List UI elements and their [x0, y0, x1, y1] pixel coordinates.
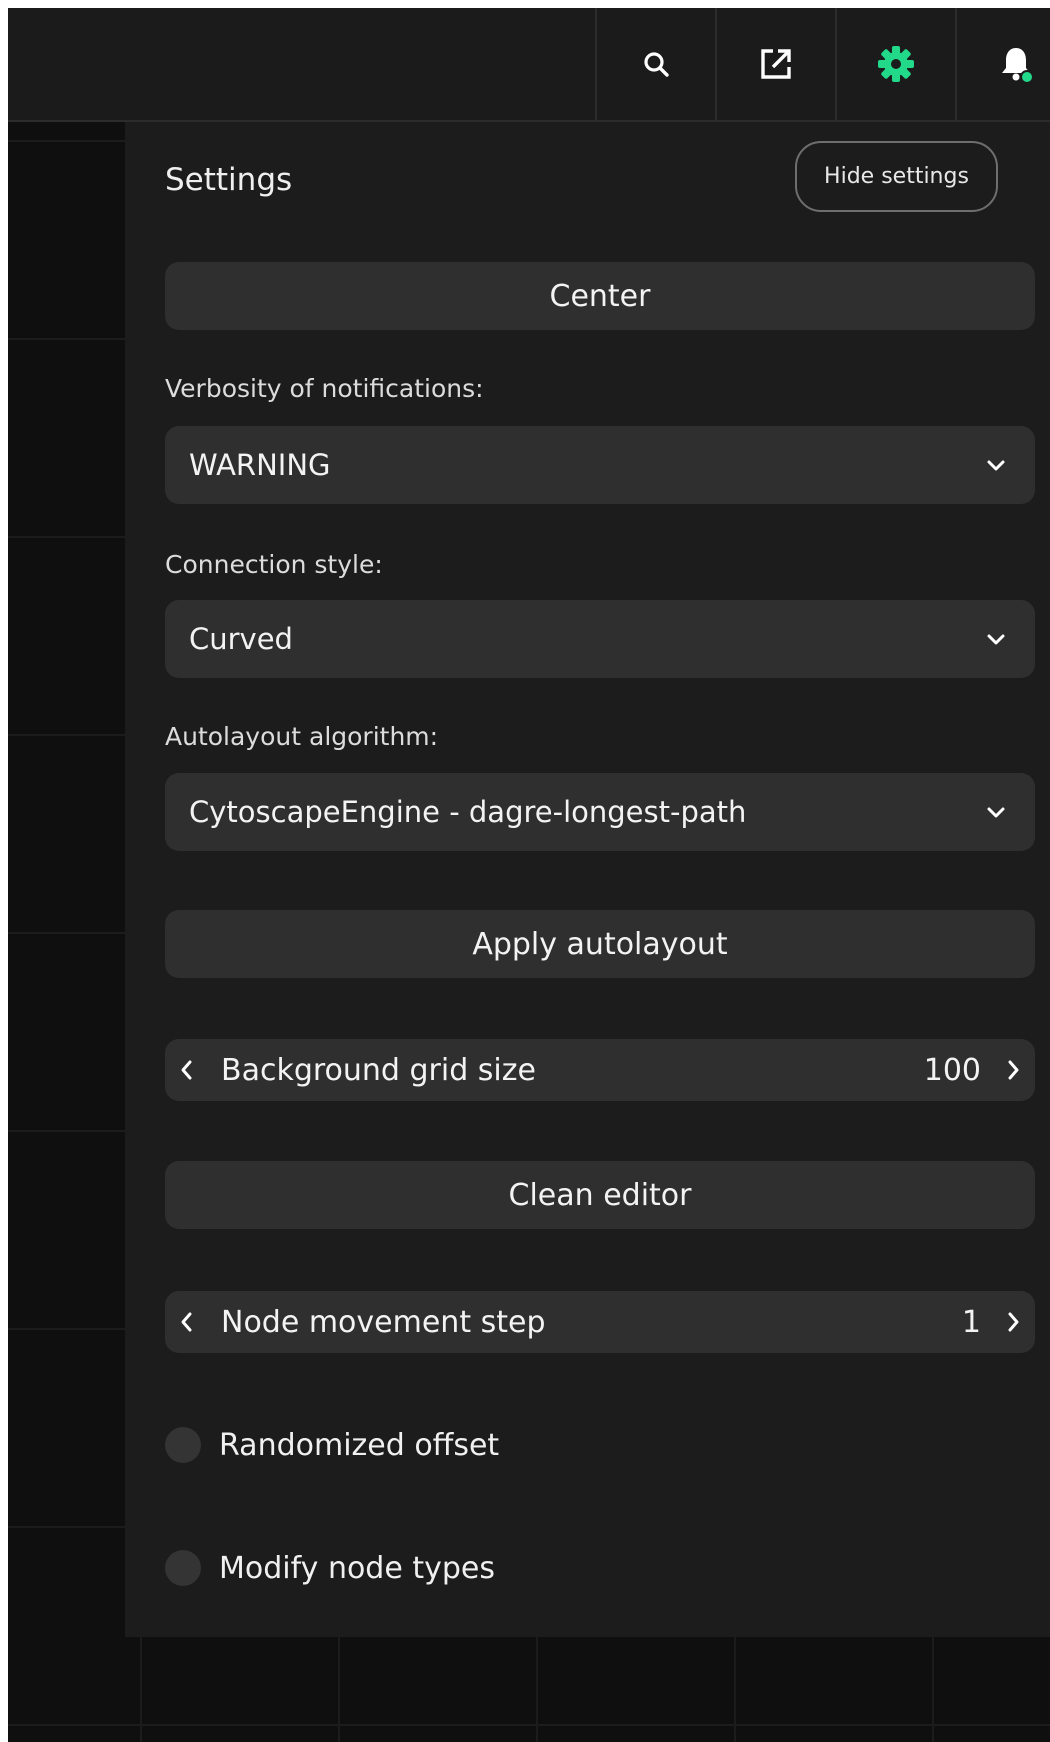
- chevron-down-icon: [987, 807, 1005, 818]
- grid-size-stepper: Background grid size 100: [165, 1039, 1035, 1101]
- verbosity-label: Verbosity of notifications:: [165, 374, 484, 403]
- external-link-icon: [761, 49, 791, 79]
- hide-settings-button[interactable]: Hide settings: [795, 141, 998, 212]
- chevron-down-icon: [987, 634, 1005, 645]
- open-external-button[interactable]: [715, 8, 835, 120]
- movement-step-decrement[interactable]: [165, 1291, 209, 1353]
- randomized-offset-toggle[interactable]: Randomized offset: [165, 1425, 499, 1465]
- connection-style-select[interactable]: Curved: [165, 600, 1035, 678]
- apply-autolayout-button[interactable]: Apply autolayout: [165, 910, 1035, 978]
- autolayout-value: CytoscapeEngine - dagre-longest-path: [189, 795, 747, 829]
- bell-icon: [1002, 48, 1034, 84]
- movement-step-increment[interactable]: [991, 1291, 1035, 1353]
- modify-node-types-label: Modify node types: [219, 1550, 495, 1586]
- connection-style-value: Curved: [189, 622, 293, 656]
- randomized-offset-label: Randomized offset: [219, 1427, 500, 1463]
- settings-panel: Settings Hide settings Center Verbosity …: [125, 122, 1050, 1637]
- movement-step-value: 1: [961, 1305, 981, 1340]
- verbosity-value: WARNING: [189, 448, 331, 482]
- search-icon: [644, 52, 669, 77]
- grid-size-decrement[interactable]: [165, 1039, 209, 1101]
- notifications-button[interactable]: [955, 8, 1050, 120]
- chevron-down-icon: [987, 460, 1005, 471]
- center-button[interactable]: Center: [165, 262, 1035, 330]
- clean-editor-button[interactable]: Clean editor: [165, 1161, 1035, 1229]
- screen-edge-top: [0, 0, 1050, 8]
- settings-title: Settings: [165, 162, 293, 198]
- movement-step-stepper: Node movement step 1: [165, 1291, 1035, 1353]
- connection-style-label: Connection style:: [165, 550, 383, 579]
- search-button[interactable]: [595, 8, 715, 120]
- autolayout-select[interactable]: CytoscapeEngine - dagre-longest-path: [165, 773, 1035, 851]
- radio-indicator[interactable]: [165, 1550, 201, 1586]
- gear-icon: [878, 46, 914, 82]
- grid-size-increment[interactable]: [991, 1039, 1035, 1101]
- top-toolbar: [8, 8, 1050, 122]
- chevron-left-icon: [181, 1060, 192, 1080]
- chevron-right-icon: [1008, 1312, 1019, 1332]
- settings-button[interactable]: [835, 8, 955, 120]
- movement-step-label: Node movement step: [221, 1305, 546, 1340]
- editor-canvas[interactable]: Settings Hide settings Center Verbosity …: [0, 0, 1050, 1742]
- grid-size-label: Background grid size: [221, 1053, 536, 1088]
- radio-indicator[interactable]: [165, 1427, 201, 1463]
- modify-node-types-toggle[interactable]: Modify node types: [165, 1548, 495, 1588]
- grid-size-value: 100: [923, 1053, 981, 1088]
- verbosity-select[interactable]: WARNING: [165, 426, 1035, 504]
- autolayout-label: Autolayout algorithm:: [165, 722, 439, 751]
- chevron-left-icon: [181, 1312, 192, 1332]
- screen-edge-left: [0, 0, 8, 1742]
- chevron-right-icon: [1008, 1060, 1019, 1080]
